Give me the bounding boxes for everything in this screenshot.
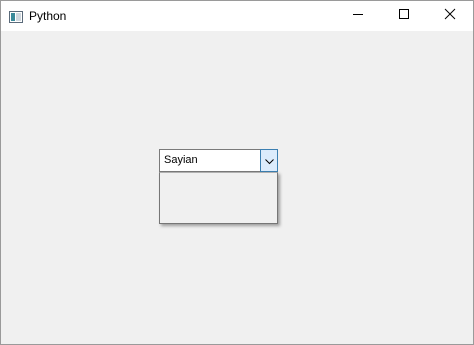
combobox-dropdown-button[interactable]: [260, 149, 278, 172]
client-area: Sayian: [1, 31, 473, 344]
combobox-selected-value: Sayian: [164, 154, 198, 166]
maximize-icon: [398, 7, 410, 25]
combobox-dropdown-list[interactable]: [159, 172, 278, 224]
chevron-down-icon: [264, 152, 274, 170]
minimize-icon: [352, 7, 364, 25]
close-button[interactable]: [427, 1, 473, 31]
title-bar[interactable]: Python: [1, 1, 473, 31]
minimize-button[interactable]: [335, 1, 381, 31]
combobox[interactable]: Sayian: [159, 149, 278, 172]
close-icon: [444, 7, 456, 25]
window-app-icon: [9, 10, 23, 23]
app-window: Python Sayian: [0, 0, 474, 345]
window-title: Python: [29, 9, 67, 23]
maximize-button[interactable]: [381, 1, 427, 31]
